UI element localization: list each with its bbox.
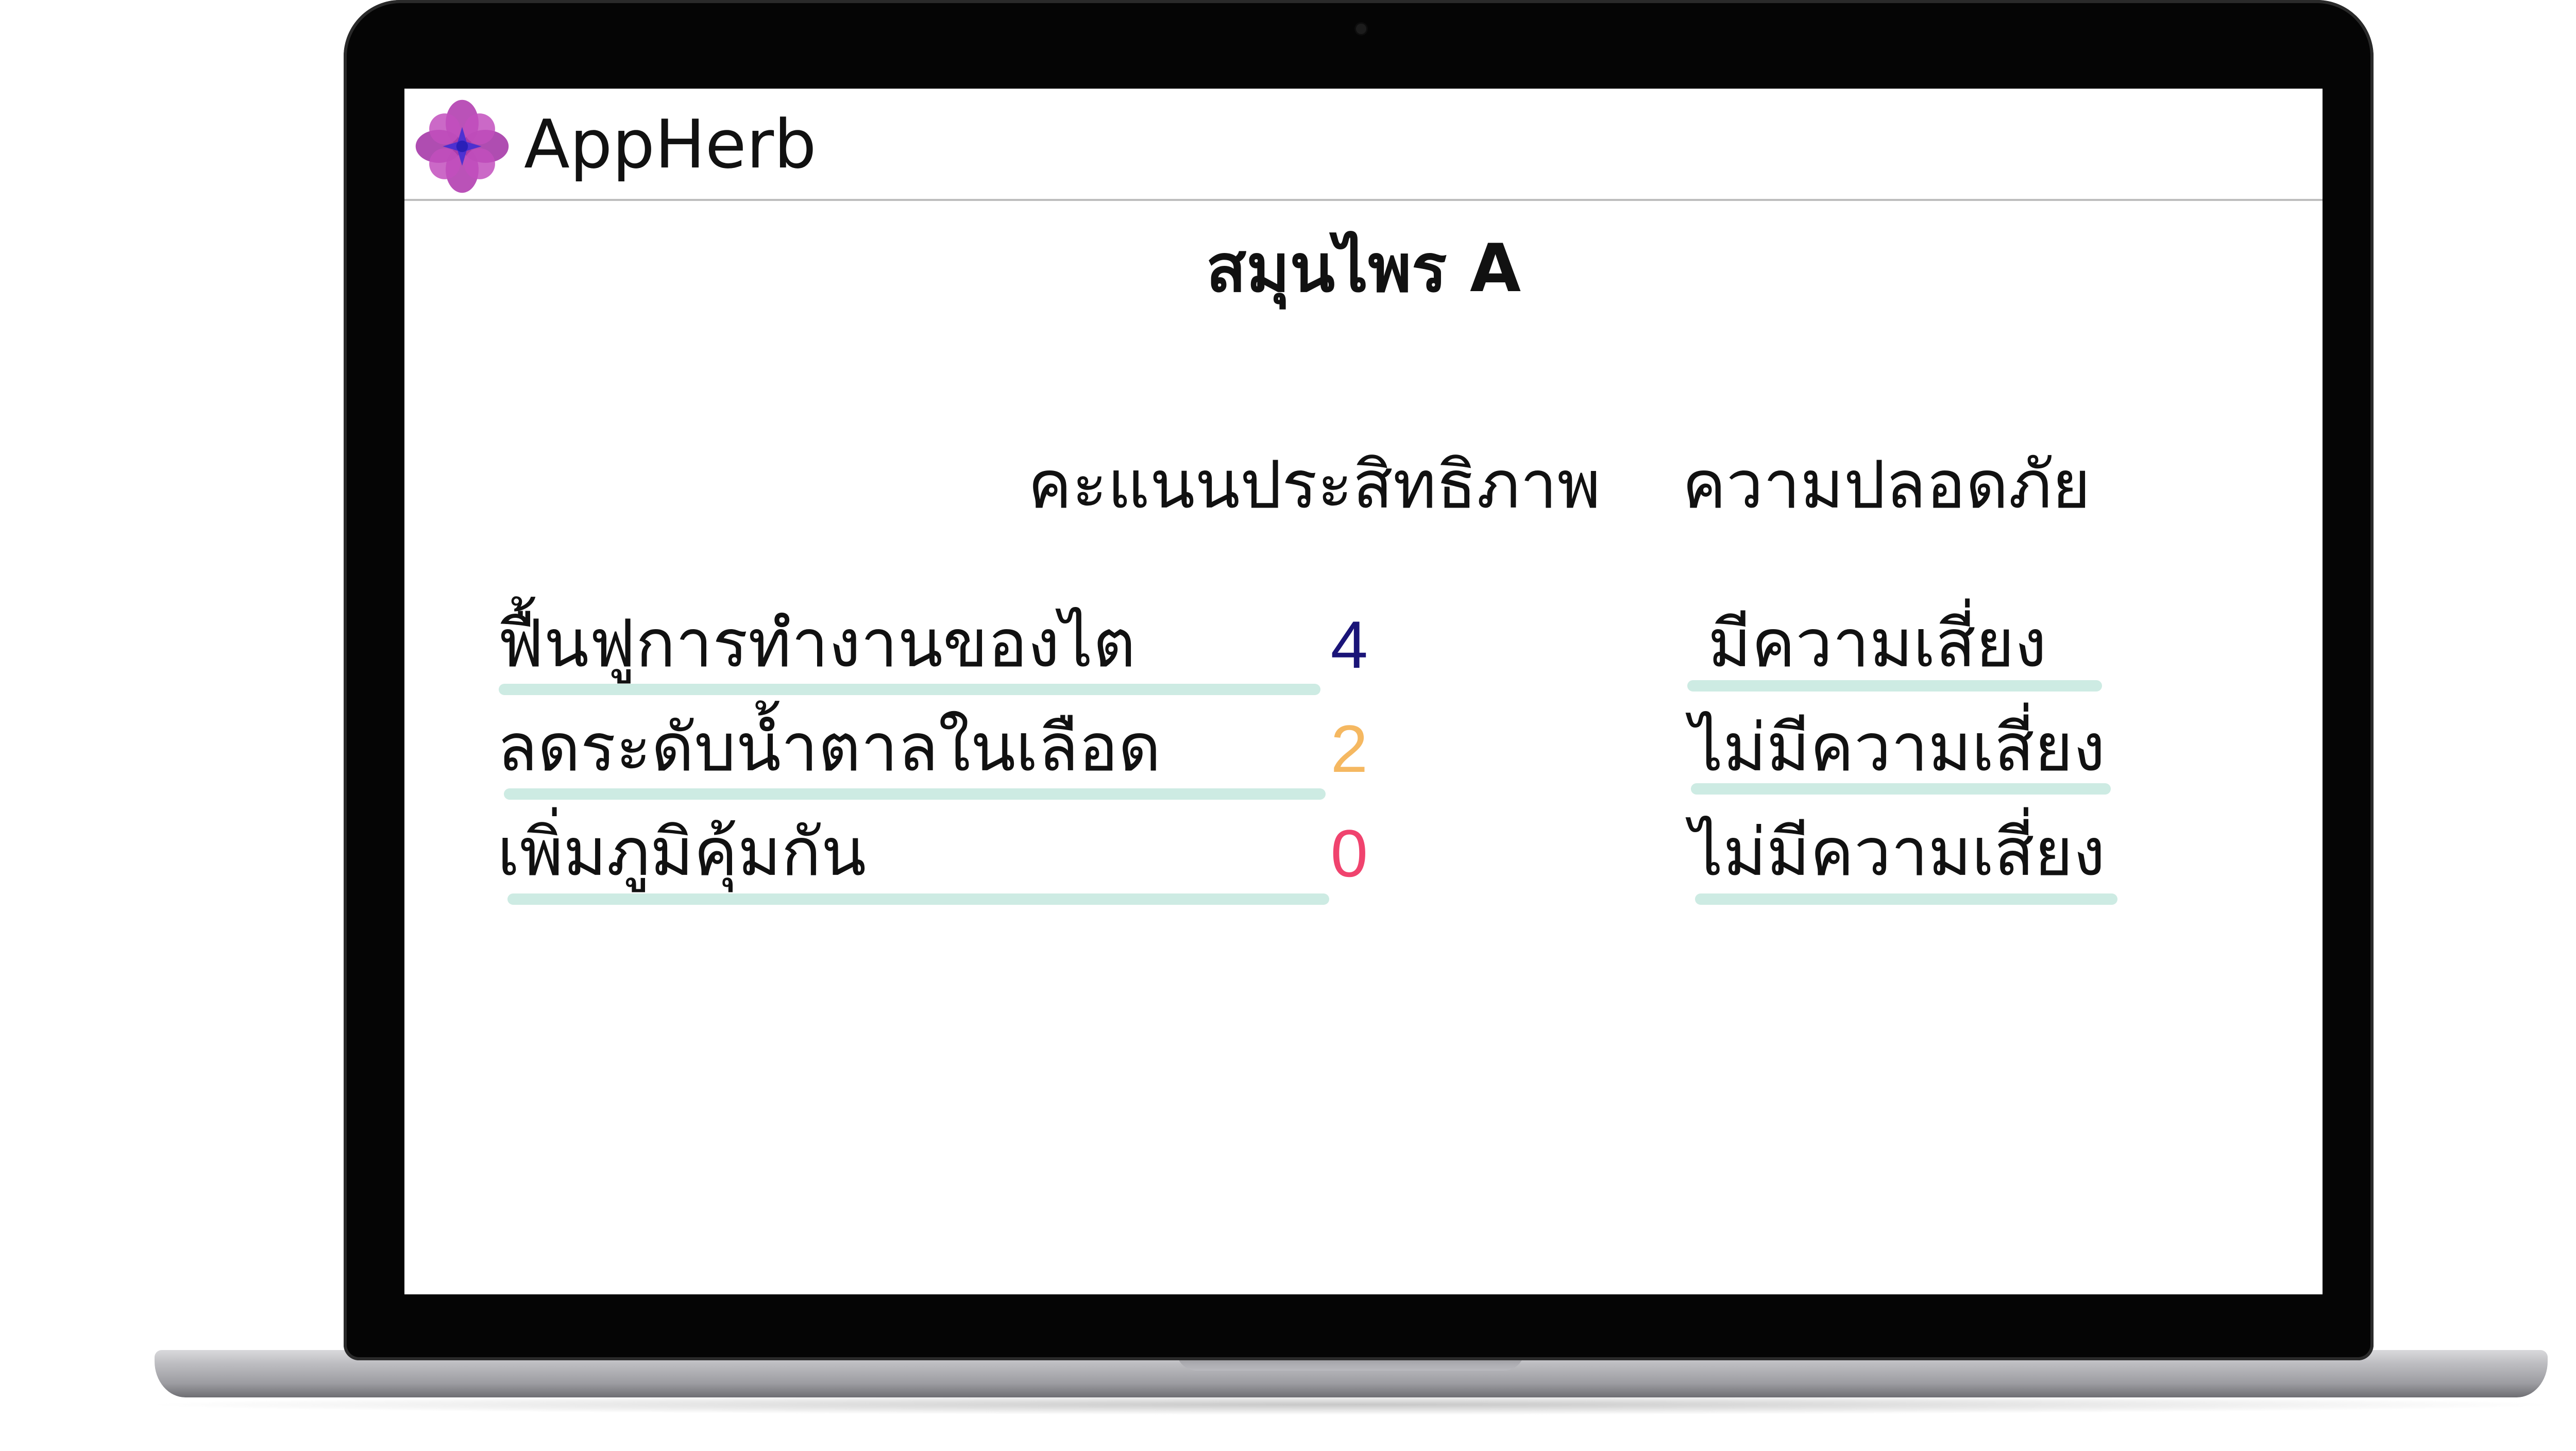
- safety-underline: [1695, 893, 2117, 905]
- safety-underline: [1687, 680, 2102, 691]
- page-title: สมุนไพร A: [1206, 230, 1521, 307]
- efficacy-score: 0: [1330, 816, 1368, 891]
- efficacy-score: 2: [1330, 711, 1368, 786]
- app-name[interactable]: AppHerb: [524, 104, 817, 184]
- camera-icon: [1356, 24, 1366, 34]
- efficacy-score: 4: [1330, 607, 1368, 682]
- flower-logo-icon[interactable]: [414, 98, 511, 195]
- app-header: AppHerb: [404, 89, 2323, 201]
- efficacy-column-header: คะแนนประสิทธิภาพ: [1028, 447, 1601, 524]
- benefit-label: ลดระดับน้ำตาลในเลือด: [497, 710, 1161, 786]
- safety-label: ไม่มีความเสี่ยง: [1690, 814, 2106, 891]
- safety-label: มีความเสี่ยง: [1708, 605, 2047, 682]
- row-underline: [504, 788, 1326, 800]
- benefit-label: เพิ่มภูมิคุ้มกัน: [497, 814, 867, 891]
- row-underline: [507, 893, 1329, 905]
- laptop-shadow: [134, 1394, 2568, 1415]
- app-screen: AppHerb สมุนไพร A คะแนนประสิทธิภาพ ความป…: [404, 89, 2323, 1294]
- row-underline: [499, 684, 1320, 695]
- safety-column-header: ความปลอดภัย: [1682, 447, 2091, 524]
- safety-label: ไม่มีความเสี่ยง: [1690, 710, 2106, 786]
- laptop-mockup: AppHerb สมุนไพร A คะแนนประสิทธิภาพ ความป…: [0, 0, 2576, 1451]
- safety-underline: [1691, 783, 2111, 795]
- benefit-label: ฟื้นฟูการทำงานของไต: [497, 605, 1136, 682]
